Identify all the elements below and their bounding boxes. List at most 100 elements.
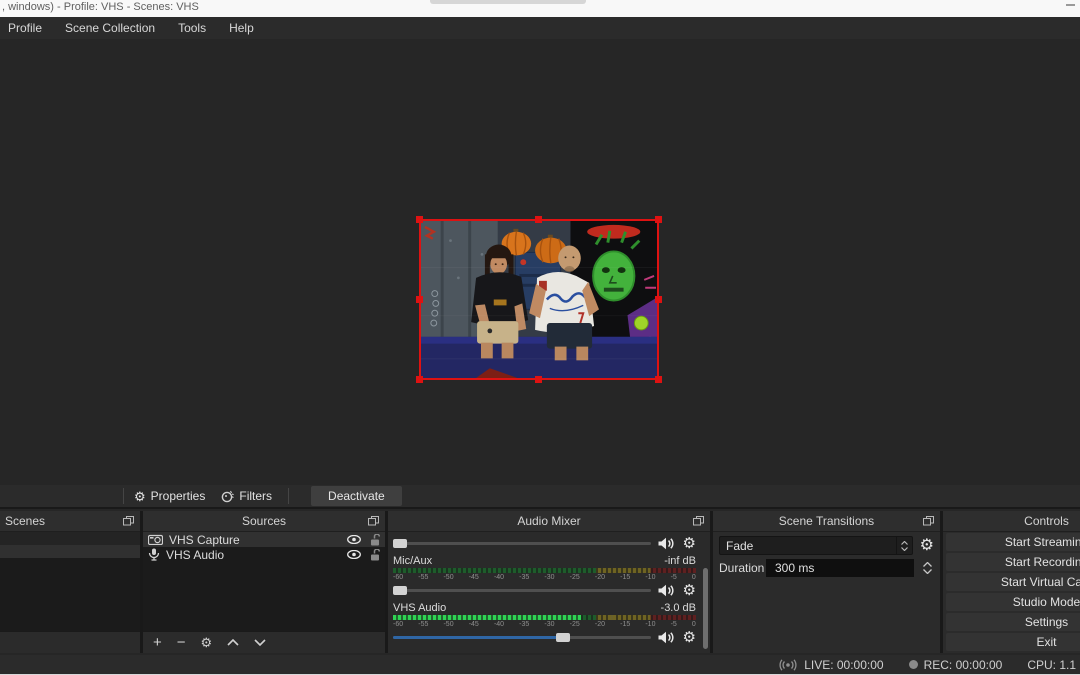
duration-input[interactable]: 300 ms bbox=[766, 559, 914, 577]
transition-select[interactable]: Fade bbox=[719, 536, 913, 555]
resize-handle-bottom-left[interactable] bbox=[416, 376, 423, 383]
settings-button[interactable]: Settings bbox=[946, 613, 1080, 631]
filters-label: Filters bbox=[239, 489, 272, 503]
move-down-chevron-icon[interactable] bbox=[254, 639, 266, 646]
gear-icon: ⚙ bbox=[134, 490, 146, 503]
mixer-scrollbar[interactable] bbox=[703, 568, 708, 649]
scene-row-selected[interactable] bbox=[0, 545, 140, 558]
start-virtual-camera-button[interactable]: Start Virtual Cam bbox=[946, 573, 1080, 591]
speaker-icon[interactable] bbox=[658, 537, 675, 550]
add-source-icon[interactable]: + bbox=[153, 635, 162, 650]
spinner-down-icon bbox=[923, 569, 932, 574]
menu-bar: Profile Scene Collection Tools Help bbox=[0, 17, 1080, 39]
deactivate-button[interactable]: Deactivate bbox=[311, 486, 402, 506]
source-properties-gear-icon[interactable]: ⚙ bbox=[201, 635, 213, 650]
controls-header: Controls bbox=[943, 511, 1080, 532]
dock-popout-icon[interactable] bbox=[923, 516, 934, 526]
source-row-vhs-audio[interactable]: VHS Audio bbox=[143, 547, 385, 562]
start-recording-button[interactable]: Start Recording bbox=[946, 553, 1080, 571]
menu-profile[interactable]: Profile bbox=[8, 21, 55, 35]
vhs-video-still bbox=[421, 221, 657, 378]
scene-row[interactable] bbox=[0, 532, 140, 545]
volume-slider[interactable] bbox=[393, 633, 651, 642]
tick-label: -35 bbox=[519, 573, 529, 582]
studio-mode-button[interactable]: Studio Mode bbox=[946, 593, 1080, 611]
sources-title: Sources bbox=[143, 511, 385, 531]
resize-handle-top-center[interactable] bbox=[535, 216, 542, 223]
tick-label: -10 bbox=[645, 573, 655, 582]
remove-source-icon[interactable]: − bbox=[177, 635, 186, 650]
move-up-chevron-icon[interactable] bbox=[227, 639, 239, 646]
rec-time: REC: 00:00:00 bbox=[924, 658, 1003, 672]
resize-handle-middle-right[interactable] bbox=[655, 296, 662, 303]
toolbar-divider bbox=[288, 488, 289, 504]
scene-transitions-panel: Scene Transitions Fade ⚙ bbox=[713, 511, 940, 653]
mixer-db-value: -3.0 dB bbox=[661, 602, 696, 614]
exit-button[interactable]: Exit bbox=[946, 633, 1080, 651]
resize-handle-top-left[interactable] bbox=[416, 216, 423, 223]
mixer-gear-icon[interactable]: ⚙ bbox=[683, 537, 696, 550]
spinner-down-icon bbox=[901, 547, 908, 551]
dock-popout-icon[interactable] bbox=[368, 516, 379, 526]
tick-label: -55 bbox=[418, 573, 428, 582]
scene-transitions-title: Scene Transitions bbox=[713, 511, 940, 531]
tick-label: -50 bbox=[443, 620, 453, 629]
duration-spinner[interactable] bbox=[921, 562, 934, 574]
menu-help[interactable]: Help bbox=[229, 21, 267, 35]
start-streaming-button[interactable]: Start Streaming bbox=[946, 533, 1080, 551]
resize-handle-middle-left[interactable] bbox=[416, 296, 423, 303]
visibility-eye-icon[interactable] bbox=[347, 550, 361, 559]
video-capture-icon bbox=[148, 534, 163, 545]
filters-button[interactable]: Filters bbox=[221, 489, 272, 503]
controls-title: Controls bbox=[943, 511, 1080, 531]
source-context-toolbar: ⚙ Properties Filters Deactivate bbox=[0, 485, 1080, 509]
mixer-gear-icon[interactable]: ⚙ bbox=[683, 584, 696, 597]
speaker-icon[interactable] bbox=[658, 584, 675, 597]
tick-label: 0 bbox=[692, 620, 696, 629]
meter-scale: -60-55-50-45-40-35-30-25-20-15-10-50 bbox=[393, 620, 696, 629]
scenes-panel: Scenes bbox=[0, 511, 140, 653]
resize-handle-bottom-right[interactable] bbox=[655, 376, 662, 383]
source-row-vhs-capture[interactable]: VHS Capture bbox=[143, 532, 385, 547]
dock-popout-icon[interactable] bbox=[123, 516, 134, 526]
scenes-list[interactable] bbox=[0, 532, 140, 631]
preview-canvas[interactable] bbox=[0, 39, 1080, 485]
preview-video-frame[interactable] bbox=[419, 219, 659, 380]
tick-label: -30 bbox=[544, 620, 554, 629]
tick-label: -25 bbox=[570, 620, 580, 629]
volume-slider[interactable] bbox=[393, 586, 651, 595]
spinner-up-icon bbox=[923, 562, 932, 567]
resize-handle-bottom-center[interactable] bbox=[535, 376, 542, 383]
unlocked-padlock-icon[interactable] bbox=[370, 549, 380, 561]
properties-button[interactable]: ⚙ Properties bbox=[134, 489, 205, 503]
mixer-gear-icon[interactable]: ⚙ bbox=[683, 631, 696, 644]
combo-spinner[interactable] bbox=[896, 537, 912, 554]
tick-label: -10 bbox=[645, 620, 655, 629]
background-window-edge bbox=[430, 0, 586, 4]
filters-icon bbox=[221, 490, 234, 503]
speaker-icon[interactable] bbox=[658, 631, 675, 644]
controls-panel: Controls Start Streaming Start Recording… bbox=[943, 511, 1080, 653]
tick-label: 0 bbox=[692, 573, 696, 582]
tick-label: -5 bbox=[671, 620, 677, 629]
resize-handle-top-right[interactable] bbox=[655, 216, 662, 223]
dock-popout-icon[interactable] bbox=[693, 516, 704, 526]
volume-slider[interactable] bbox=[393, 539, 651, 548]
unlocked-padlock-icon[interactable] bbox=[370, 534, 380, 546]
mixer-item-mic-aux: Mic/Aux -inf dB -60-55-50-45-40-35-30-25… bbox=[393, 554, 696, 598]
scenes-toolbar bbox=[0, 631, 140, 653]
duration-label: Duration bbox=[719, 561, 759, 575]
transition-properties-gear-icon[interactable]: ⚙ bbox=[920, 539, 934, 552]
tick-label: -20 bbox=[595, 620, 605, 629]
menu-scene-collection[interactable]: Scene Collection bbox=[65, 21, 168, 35]
menu-tools[interactable]: Tools bbox=[178, 21, 219, 35]
volume-meter bbox=[393, 615, 696, 620]
meter-scale: -60-55-50-45-40-35-30-25-20-15-10-50 bbox=[393, 573, 696, 582]
tick-label: -5 bbox=[671, 573, 677, 582]
sources-list[interactable]: VHS Capture bbox=[143, 532, 385, 631]
tick-label: -15 bbox=[620, 620, 630, 629]
minimize-icon[interactable] bbox=[1066, 4, 1075, 6]
tick-label: -15 bbox=[620, 573, 630, 582]
record-dot-icon bbox=[909, 660, 918, 669]
visibility-eye-icon[interactable] bbox=[347, 535, 361, 544]
